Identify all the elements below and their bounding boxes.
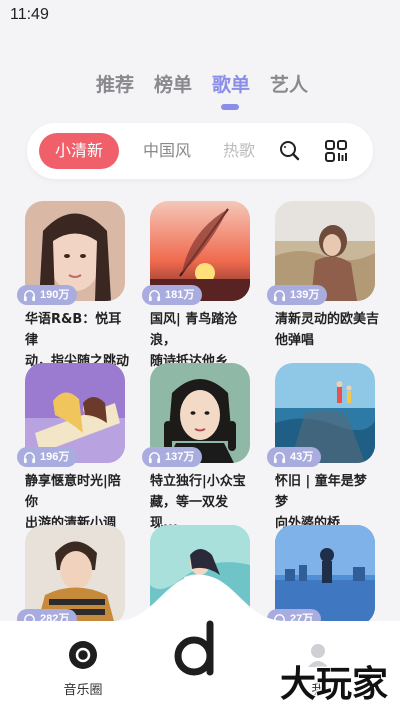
playlist-title: 清新灵动的欧美吉 他弹唱 [275,312,380,348]
playlist-grid: 190万 华语R&B：悦耳律 动，指尖随之跳动 181万 国风| 青鸟踏沧浪， … [0,201,400,621]
headphones-icon [23,289,36,301]
headphones-icon [148,289,161,301]
filter-bar: 小清新 中国风 热歌 [27,123,373,179]
status-time: 11:49 [10,6,49,23]
headphones-icon [148,451,161,463]
tab-artists[interactable]: 艺人 [270,70,308,97]
svg-text:大玩家: 大玩家 [280,664,388,705]
play-count: 43万 [290,451,314,463]
play-count: 137万 [165,451,195,463]
play-count-badge: 282万 [17,609,78,621]
filter-chip-fresh[interactable]: 小清新 [39,133,119,169]
play-count-badge: 181万 [142,285,203,305]
play-count: 139万 [290,289,320,301]
play-count-badge: 137万 [142,447,203,467]
filter-chip-chinese-style[interactable]: 中国风 [135,133,199,169]
playlist-cover [275,525,375,621]
tab-indicator [221,104,239,110]
app-logo-icon[interactable] [170,618,230,682]
music-circle-icon [69,641,97,669]
status-bar: 11:49 [0,0,400,30]
play-count-badge: 43万 [267,447,322,467]
headphones-icon [273,451,286,463]
playlist-cover [25,525,125,621]
category-grid-icon[interactable] [322,137,350,165]
watermark-logo: 大玩家 [278,663,389,707]
tab-recommend[interactable]: 推荐 [96,70,134,97]
play-count: 27万 [290,613,314,621]
play-count-badge: 190万 [17,285,78,305]
play-count: 181万 [165,289,195,301]
top-tabs: 推荐 榜单 歌单 艺人 [0,70,400,110]
tab-charts[interactable]: 榜单 [154,70,192,97]
search-icon[interactable] [276,137,304,165]
play-count: 196万 [40,451,70,463]
play-count: 190万 [40,289,70,301]
headphones-icon [23,613,36,621]
headphones-icon [23,451,36,463]
tab-playlists[interactable]: 歌单 [212,70,250,97]
play-count-badge: 139万 [267,285,328,305]
filter-chip-hot[interactable]: 热歌 [219,133,259,169]
nav-music-circle-label: 音乐圈 [63,683,103,698]
nav-music-circle[interactable]: 音乐圈 [43,639,123,698]
play-count-badge: 196万 [17,447,78,467]
play-count: 282万 [40,613,70,621]
headphones-icon [273,289,286,301]
